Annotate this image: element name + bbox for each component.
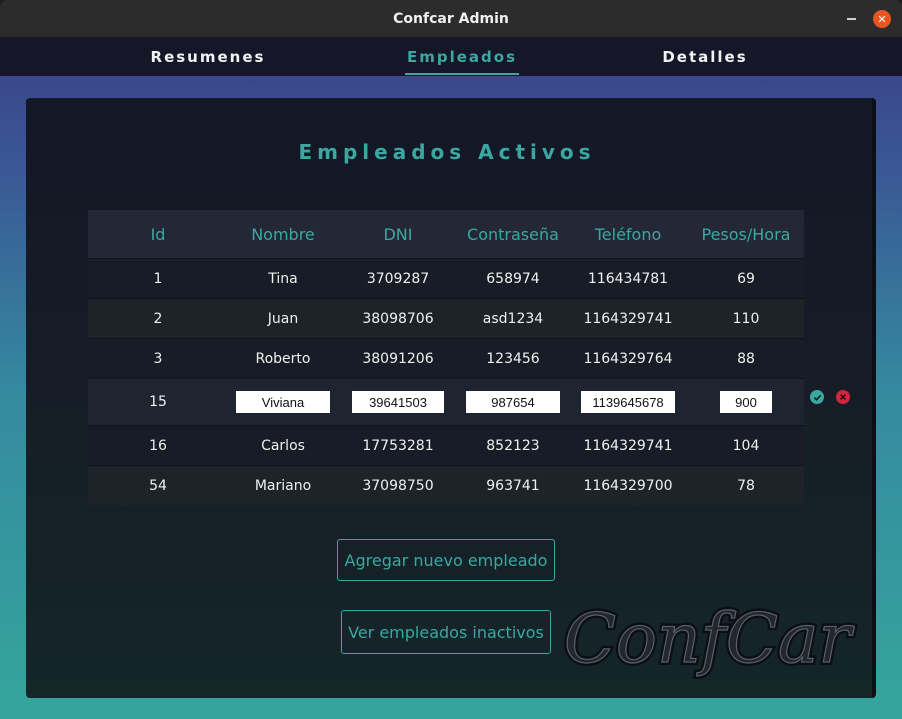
cell-dni: 3709287	[366, 270, 430, 287]
cell-nombre: Roberto	[255, 350, 311, 367]
cell-id: 16	[149, 437, 167, 454]
cell-contrasena	[458, 391, 568, 413]
nombre-input[interactable]	[236, 391, 330, 413]
cell-contrasena: asd1234	[482, 310, 544, 327]
cell-pesos-hora: 110	[732, 310, 760, 327]
cell-nombre: Carlos	[261, 437, 305, 454]
cell-telefono: 116434781	[587, 270, 669, 287]
svg-text:ConfCar: ConfCar	[564, 600, 855, 679]
cell-dni	[338, 391, 458, 413]
confirm-edit-button[interactable]	[810, 390, 824, 404]
confcar-logo: ConfCar ConfCar	[561, 597, 858, 682]
title-bar: Confcar Admin ✕	[0, 0, 902, 38]
edit-row-actions	[810, 390, 850, 404]
nav-bar: Resumenes Empleados Detalles	[0, 38, 902, 76]
cell-id: 3	[153, 350, 163, 367]
close-button[interactable]: ✕	[873, 10, 891, 28]
cell-pesos-hora: 104	[732, 437, 760, 454]
table-row[interactable]: 1 Tina 3709287 658974 116434781 69	[88, 258, 804, 298]
table-row[interactable]: 16 Carlos 17753281 852123 1164329741 104	[88, 425, 804, 465]
cell-pesos-hora	[688, 391, 804, 413]
minimize-button[interactable]	[842, 10, 860, 28]
cell-contrasena: 852123	[486, 437, 540, 454]
add-employee-button[interactable]: Agregar nuevo empleado	[337, 539, 555, 581]
header-id: Id	[150, 224, 166, 244]
cell-dni: 38091206	[362, 350, 434, 367]
employees-table: Id Nombre DNI Contraseña Teléfono Pesos/…	[88, 210, 804, 505]
tab-detalles[interactable]: Detalles	[640, 38, 770, 76]
cell-id: 54	[149, 477, 167, 494]
tab-empleados[interactable]: Empleados	[403, 38, 521, 76]
cell-dni: 37098750	[362, 477, 434, 494]
dni-input[interactable]	[352, 391, 444, 413]
cell-id: 15	[149, 394, 167, 410]
header-nombre: Nombre	[251, 224, 315, 244]
header-dni: DNI	[383, 224, 413, 244]
cell-contrasena: 123456	[486, 350, 540, 367]
cell-dni: 17753281	[362, 437, 434, 454]
cell-nombre: Juan	[267, 310, 299, 327]
page-title: Empleados Activos	[298, 140, 596, 164]
cell-telefono: 1164329741	[583, 310, 673, 327]
cell-contrasena: 658974	[486, 270, 540, 287]
telefono-input[interactable]	[581, 391, 675, 413]
check-icon	[813, 394, 821, 401]
employees-panel: Empleados Activos Id Nombre DNI Contrase…	[26, 98, 876, 698]
table-row[interactable]: 3 Roberto 38091206 123456 1164329764 88	[88, 338, 804, 378]
table-header: Id Nombre DNI Contraseña Teléfono Pesos/…	[88, 210, 804, 258]
x-icon	[840, 394, 846, 400]
cell-telefono: 1164329700	[583, 477, 673, 494]
cell-telefono	[568, 391, 688, 413]
cancel-edit-button[interactable]	[836, 390, 850, 404]
cell-telefono: 1164329741	[583, 437, 673, 454]
minimize-icon	[846, 18, 856, 20]
header-contrasena: Contraseña	[467, 224, 559, 244]
cell-contrasena: 963741	[486, 477, 540, 494]
cell-id: 1	[153, 270, 163, 287]
table-row[interactable]: 54 Mariano 37098750 963741 1164329700 78	[88, 465, 804, 505]
cell-pesos-hora: 88	[737, 350, 755, 367]
svg-text:ConfCar: ConfCar	[564, 600, 855, 679]
app-window: Confcar Admin ✕ Resumenes Empleados Deta…	[0, 0, 902, 719]
cell-telefono: 1164329764	[583, 350, 673, 367]
table-row-editing[interactable]: 15	[88, 378, 804, 425]
cell-pesos-hora: 78	[737, 477, 755, 494]
header-pesos-hora: Pesos/Hora	[701, 224, 791, 244]
close-icon: ✕	[877, 12, 887, 26]
header-telefono: Teléfono	[594, 224, 662, 244]
window-title: Confcar Admin	[393, 10, 509, 27]
cell-nombre: Mariano	[254, 477, 312, 494]
cell-nombre: Tina	[268, 270, 298, 287]
cell-nombre	[228, 391, 338, 413]
view-inactive-button[interactable]: Ver empleados inactivos	[341, 610, 551, 654]
cell-id: 2	[153, 310, 163, 327]
tab-resumenes[interactable]: Resumenes	[138, 38, 278, 76]
table-row[interactable]: 2 Juan 38098706 asd1234 1164329741 110	[88, 298, 804, 338]
pesos-hora-input[interactable]	[720, 391, 772, 413]
cell-pesos-hora: 69	[737, 270, 755, 287]
contrasena-input[interactable]	[466, 391, 560, 413]
cell-dni: 38098706	[362, 310, 434, 327]
